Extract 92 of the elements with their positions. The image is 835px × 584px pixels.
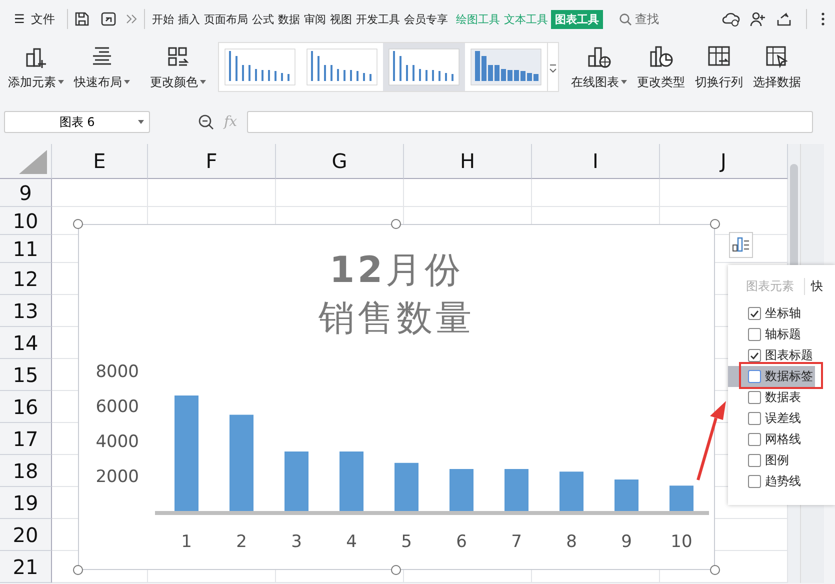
ribbon-button[interactable]: 在线图表 [567,42,631,92]
cloud-icon[interactable] [722,11,740,27]
y-axis-label: 6000 [96,397,139,417]
row-header[interactable]: 17 [0,423,52,455]
ribbon-tab[interactable]: 公式 [250,10,275,28]
row-header[interactable]: 20 [0,519,52,551]
x-axis-label: 9 [621,532,632,552]
zoom-icon[interactable] [198,114,214,130]
checkbox[interactable] [748,307,761,320]
x-axis-label: 5 [401,532,412,552]
x-axis-label: 10 [670,532,692,552]
ribbon-tab[interactable]: 开始 [150,10,175,28]
row-header[interactable]: 11 [0,235,52,263]
x-axis-label: 6 [456,532,467,552]
chart-title: 销售数量 [318,297,474,341]
column-header[interactable]: I [532,144,660,179]
more-options-icon[interactable] [821,12,825,26]
row-header[interactable]: 14 [0,327,52,359]
x-axis-label: 1 [181,532,192,552]
ribbon-button[interactable]: 快速布局 [70,42,134,92]
search-button[interactable]: 查找 [618,10,659,28]
checkbox[interactable] [748,412,761,425]
row-header[interactable]: 18 [0,455,52,487]
ribbon-tab[interactable]: 插入 [176,10,201,28]
ribbon-tab[interactable]: 页面布局 [202,10,249,28]
save-icon[interactable] [74,11,90,27]
chart-elements-button[interactable] [729,232,753,258]
select-all-icon[interactable] [19,150,47,174]
caret-icon [138,120,144,124]
menu-icon: ☰ [14,12,25,26]
row-header[interactable]: 12 [0,263,52,295]
export-icon[interactable] [100,11,118,27]
x-axis-label: 2 [236,532,247,552]
more-icon[interactable] [126,14,138,24]
gallery-more-icon[interactable] [547,43,558,91]
chart-element-option[interactable]: 网格线 [728,429,815,450]
row-header[interactable]: 19 [0,487,52,519]
chart-element-option[interactable]: 数据表 [728,387,815,408]
chart-element-option[interactable]: 坐标轴 [728,303,815,324]
checkbox[interactable] [748,433,761,446]
ribbon-tab[interactable]: 审阅 [302,10,327,28]
x-axis-label: 7 [511,532,522,552]
panel-tab[interactable]: 快 [804,278,829,294]
add-user-icon[interactable] [750,11,766,27]
checkbox[interactable] [748,349,761,362]
file-menu[interactable]: ☰ 文件 [8,10,61,28]
search-icon [618,12,632,26]
select-data-icon [764,44,790,70]
row-header[interactable]: 15 [0,359,52,391]
row-header[interactable]: 13 [0,295,52,327]
chart-element-option[interactable]: 数据标签 [728,366,815,387]
ribbon-button[interactable]: 更改类型 [633,42,689,92]
ribbon-button[interactable]: 选择数据 [749,42,805,92]
y-axis-label: 4000 [96,432,139,452]
column-header[interactable]: E [52,144,148,179]
chart-type-icon [648,44,674,70]
column-header[interactable]: J [660,144,788,179]
row-header[interactable]: 16 [0,391,52,423]
checkbox[interactable] [748,391,761,404]
x-axis-label: 3 [291,532,302,552]
x-axis-label: 4 [346,532,357,552]
checkbox[interactable] [748,475,761,488]
column-header[interactable]: H [404,144,532,179]
chart-title: 12月份 [329,249,464,293]
formula-input[interactable] [247,111,813,133]
ribbon-button[interactable]: 切换行列 [691,42,747,92]
row-header[interactable]: 21 [0,551,52,583]
file-menu-label: 文件 [30,10,55,28]
x-axis-label: 8 [566,532,577,552]
chart-style-thumbnail[interactable] [383,43,465,91]
column-header[interactable]: G [276,144,404,179]
share-icon[interactable] [776,11,792,27]
ribbon-tab[interactable]: 会员专享 [402,10,449,28]
chart-element-option[interactable]: 图例 [728,450,815,471]
row-header[interactable]: 10 [0,207,52,235]
ribbon-tab[interactable]: 视图 [328,10,353,28]
chart-element-option[interactable]: 趋势线 [728,471,815,492]
y-axis-label: 8000 [96,362,139,382]
ribbon-button[interactable]: 更改颜色 [146,42,210,92]
name-box[interactable]: 图表 6 [4,111,150,133]
chart-element-option[interactable]: 误差线 [728,408,815,429]
column-header[interactable]: F [148,144,276,179]
chart-element-option[interactable]: 轴标题 [728,324,815,345]
checkbox[interactable] [748,454,761,467]
checkbox[interactable] [748,328,761,341]
ribbon-button[interactable]: 添加元素 [4,42,68,92]
ribbon-tab[interactable]: 数据 [276,10,301,28]
row-header[interactable]: 9 [0,179,52,207]
checkbox[interactable] [748,370,761,383]
ribbon-tab[interactable]: 开发工具 [354,10,401,28]
y-axis-label: 2000 [96,467,139,487]
chart-element-option[interactable]: 图表标题 [728,345,815,366]
